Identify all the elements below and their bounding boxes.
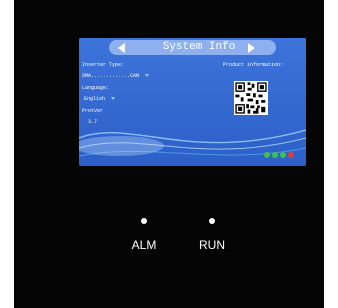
prev-arrow-icon[interactable]	[118, 43, 125, 53]
protver-label: ProtVer	[82, 108, 104, 114]
next-arrow-icon[interactable]	[248, 43, 255, 53]
alm-label: ALM	[131, 238, 157, 252]
screen-title: System Info	[162, 41, 236, 53]
run-led	[209, 218, 215, 224]
inverter-type-value: SMA.............CAN	[82, 73, 140, 79]
protver-value: 3.7	[88, 119, 98, 125]
inverter-type-select[interactable]: SMA.............CAN	[82, 73, 150, 80]
language-label: Language:	[82, 85, 110, 91]
status-dot-3	[280, 152, 286, 158]
product-info-label: Product information:	[223, 62, 284, 68]
device-panel: System Info Inverter Type: SMA..........…	[14, 0, 324, 308]
status-dot-2	[272, 152, 278, 158]
lcd-screen: System Info Inverter Type: SMA..........…	[79, 38, 306, 166]
status-dot-4	[288, 152, 294, 158]
alm-led	[141, 218, 147, 224]
language-select[interactable]: English	[84, 96, 116, 103]
qr-code-icon	[234, 81, 268, 115]
chevron-down-icon	[145, 74, 150, 78]
inverter-type-label: Inverter Type:	[82, 62, 125, 68]
language-value: English	[84, 96, 106, 102]
status-dot-1	[264, 152, 270, 158]
chevron-down-icon	[111, 97, 116, 101]
run-label: RUN	[199, 238, 225, 252]
